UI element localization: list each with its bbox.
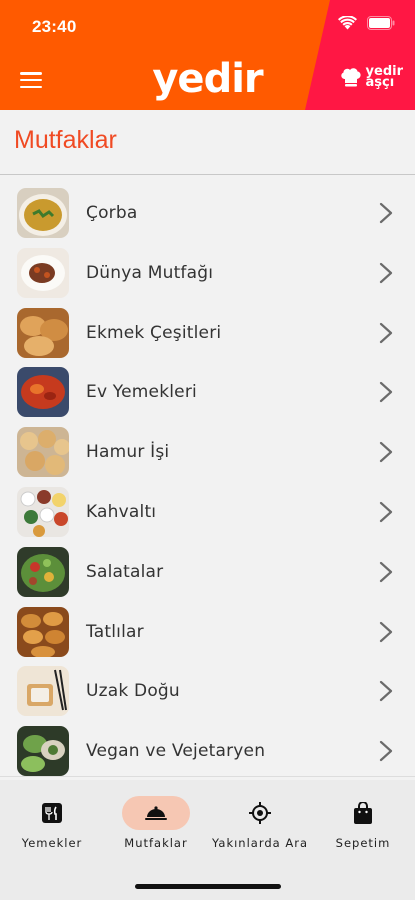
tab-yemekler[interactable]: Yemekler <box>0 796 104 850</box>
home-indicator[interactable] <box>135 884 281 889</box>
salad-photo <box>17 546 69 597</box>
chef-hat-icon <box>340 68 361 87</box>
chevron-right-icon <box>379 202 393 224</box>
chevron-right-icon <box>379 561 393 582</box>
item-label: Çorba <box>86 203 138 223</box>
tab-label: Yakınlarda Ara <box>211 836 309 850</box>
wifi-icon <box>338 16 357 30</box>
list-item-salatalar[interactable]: Salatalar <box>0 542 415 602</box>
chevron-right-icon <box>379 382 393 403</box>
chevron-right-icon <box>379 442 393 463</box>
soup-photo <box>17 188 69 238</box>
far-east-photo <box>17 666 69 717</box>
list-item-corba[interactable]: Çorba <box>0 183 415 243</box>
location-target-icon <box>249 802 271 824</box>
yedir-asci-badge[interactable]: yedir aşçı <box>340 65 403 89</box>
list-item-dunya-mutfagi[interactable]: Dünya Mutfağı <box>0 243 415 303</box>
item-label: Uzak Doğu <box>86 681 180 702</box>
list-item-ekmek-cesitleri[interactable]: Ekmek Çeşitleri <box>0 303 415 363</box>
item-label: Dünya Mutfağı <box>86 262 214 283</box>
list-bottom-divider <box>0 776 415 777</box>
chevron-right-icon <box>379 741 393 762</box>
chevron-right-icon <box>379 621 393 642</box>
tab-label: Mutfaklar <box>124 836 188 850</box>
title-divider <box>0 174 415 175</box>
list-item-uzak-dogu[interactable]: Uzak Doğu <box>0 661 415 721</box>
bottom-tab-bar: Yemekler Mutfaklar Yakınlarda Ara Sepeti… <box>0 780 415 900</box>
tab-yakinlarda-ara[interactable]: Yakınlarda Ara <box>208 796 312 850</box>
app-header: 23:40 yedir yedir aşçı <box>0 0 415 110</box>
tab-label: Yemekler <box>21 836 83 850</box>
breakfast-photo <box>17 486 69 537</box>
status-icons <box>338 16 395 30</box>
battery-icon <box>367 16 395 30</box>
chevron-right-icon <box>379 322 393 343</box>
tab-mutfaklar[interactable]: Mutfaklar <box>104 796 208 850</box>
item-label: Kahvaltı <box>86 501 157 522</box>
shopping-bag-icon <box>354 802 372 824</box>
pastry-photo <box>17 427 69 478</box>
chevron-right-icon <box>379 681 393 702</box>
list-item-vegan-ve-vejetaryen[interactable]: Vegan ve Vejetaryen <box>0 721 415 781</box>
utensils-icon <box>42 803 62 823</box>
status-time: 23:40 <box>32 17 77 36</box>
tab-label: Sepetim <box>335 836 391 850</box>
tab-sepetim[interactable]: Sepetim <box>311 796 415 850</box>
cloche-icon <box>145 806 167 820</box>
chevron-right-icon <box>379 262 393 283</box>
home-cooking-photo <box>17 367 69 418</box>
chevron-right-icon <box>379 501 393 523</box>
list-item-ev-yemekleri[interactable]: Ev Yemekleri <box>0 362 415 422</box>
item-label: Hamur İşi <box>86 442 170 463</box>
cuisine-list: Çorba Dünya Mutfağı Ekmek Çeşitleri Ev Y… <box>0 183 415 781</box>
dessert-photo <box>17 606 69 657</box>
item-label: Salatalar <box>86 561 164 582</box>
page-title: Mutfaklar <box>14 126 117 154</box>
item-label: Tatlılar <box>86 621 144 642</box>
world-cuisine-photo <box>17 247 69 298</box>
vegan-photo <box>17 726 69 777</box>
bread-photo <box>17 307 69 358</box>
item-label: Ekmek Çeşitleri <box>86 322 222 343</box>
list-item-hamur-isi[interactable]: Hamur İşi <box>0 422 415 482</box>
item-label: Vegan ve Vejetaryen <box>86 741 266 762</box>
list-item-kahvalti[interactable]: Kahvaltı <box>0 482 415 542</box>
list-item-tatlilar[interactable]: Tatlılar <box>0 602 415 662</box>
item-label: Ev Yemekleri <box>86 382 197 403</box>
